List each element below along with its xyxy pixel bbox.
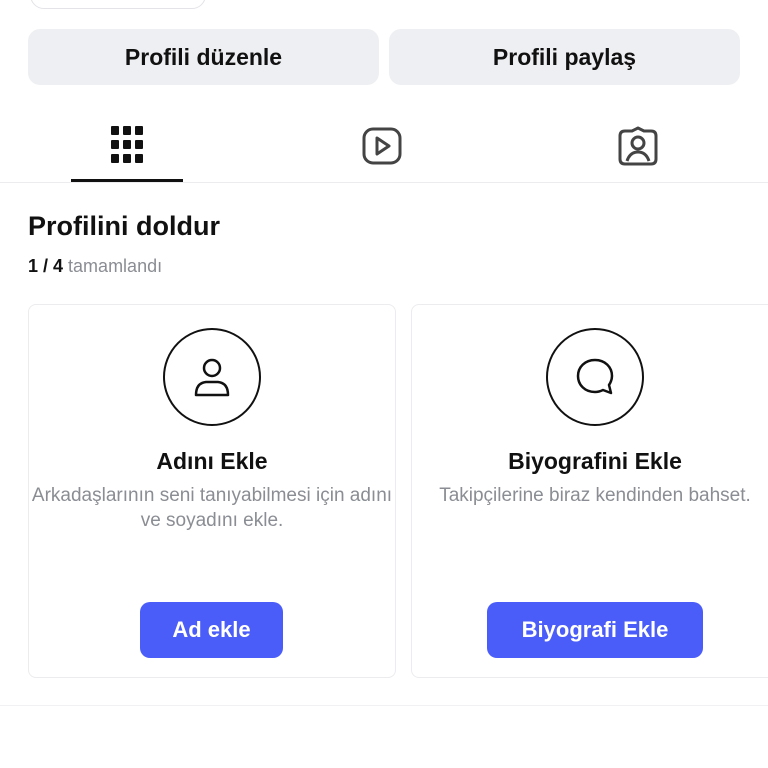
card-title: Biyografini Ekle [508,448,682,474]
progress-label: tamamlandı [68,256,163,276]
tab-tagged[interactable] [582,118,694,182]
reels-icon [362,127,402,182]
tagged-icon [618,126,658,182]
grid-icon [111,126,143,182]
tab-grid[interactable] [71,118,183,182]
progress-count: 1 / 4 [28,256,64,276]
speech-bubble-icon [546,328,644,426]
card-description: Takipçilerine biraz kendinden bahset. [439,485,751,506]
tab-reels[interactable] [326,118,438,182]
add-bio-button[interactable]: Biyografi Ekle [487,602,703,658]
share-profile-button[interactable]: Profili paylaş [389,29,740,85]
divider [0,182,768,183]
section-title: Profilini doldur [28,211,220,241]
add-name-button[interactable]: Ad ekle [140,602,283,658]
card-description: Arkadaşlarının seni tanıyabilmesi için a… [31,485,393,531]
person-icon [163,328,261,426]
card-title: Adını Ekle [156,448,268,474]
edit-profile-button[interactable]: Profili düzenle [28,29,379,85]
add-bio-card: Biyografini Ekle Takipçilerine biraz ken… [411,304,768,678]
add-name-card: Adını Ekle Arkadaşlarının seni tanıyabil… [28,304,396,678]
progress-text: 1 / 4 tamamlandı [28,256,162,277]
top-pill[interactable] [30,0,206,9]
divider [0,705,768,706]
